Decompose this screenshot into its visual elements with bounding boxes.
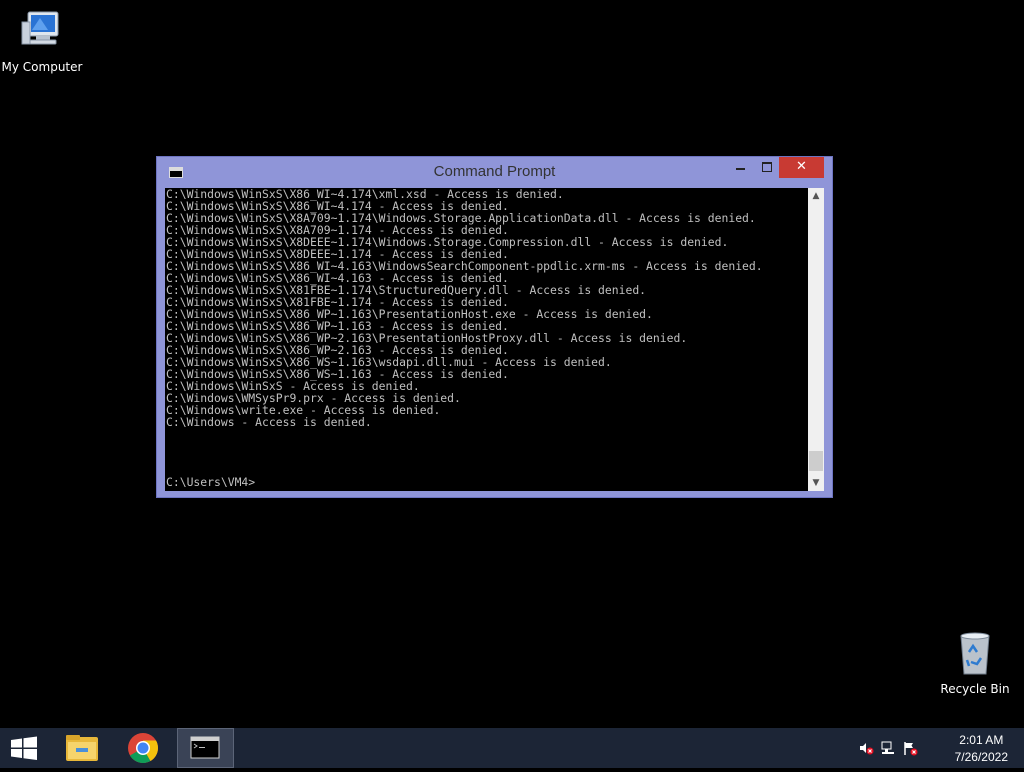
chrome-icon (128, 733, 158, 764)
file-explorer-icon (66, 735, 98, 761)
maximize-icon (762, 161, 772, 172)
computer-icon (18, 8, 66, 56)
my-computer-label: My Computer (1, 60, 83, 74)
clock-date: 7/26/2022 (954, 750, 1008, 764)
command-prompt-icon (190, 736, 220, 759)
close-icon: ✕ (796, 159, 807, 174)
close-button[interactable]: ✕ (779, 157, 824, 178)
taskbar: 2:01 AM 7/26/2022 (0, 728, 1024, 768)
vertical-scrollbar[interactable]: ▲ ▼ (808, 188, 824, 491)
scroll-thumb[interactable] (809, 451, 823, 471)
scroll-up-arrow-icon[interactable]: ▲ (808, 188, 824, 204)
network-icon[interactable] (880, 740, 896, 756)
command-prompt-taskbar-button[interactable] (177, 728, 234, 768)
console-area[interactable]: C:\Windows\WinSxS\X86_WI~4.174\xml.xsd -… (165, 188, 824, 491)
window-titlebar[interactable]: Command Prompt ✕ (157, 157, 832, 187)
volume-muted-icon[interactable] (858, 740, 874, 756)
recycle-bin-desktop-icon[interactable]: Recycle Bin (933, 630, 1017, 696)
clock-time: 2:01 AM (959, 733, 1004, 747)
chrome-button[interactable] (117, 728, 169, 768)
system-tray: 2:01 AM 7/26/2022 (854, 728, 1024, 768)
recycle-bin-label: Recycle Bin (940, 682, 1010, 696)
console-line: C:\Windows - Access is denied. (166, 415, 372, 429)
my-computer-desktop-icon[interactable]: My Computer (0, 8, 84, 74)
minimize-button[interactable] (726, 157, 755, 178)
action-center-flag-icon[interactable] (902, 740, 918, 756)
recycle-bin-icon (951, 630, 999, 678)
start-windows-icon (11, 736, 37, 760)
maximize-button[interactable] (755, 157, 779, 178)
console-output: C:\Windows\WinSxS\X86_WI~4.174\xml.xsd -… (166, 188, 808, 428)
command-prompt-window[interactable]: Command Prompt ✕ C:\Windows\WinSxS\X86_W… (156, 156, 833, 498)
scroll-down-arrow-icon[interactable]: ▼ (808, 475, 824, 491)
file-explorer-button[interactable] (56, 728, 108, 768)
taskbar-clock[interactable]: 2:01 AM 7/26/2022 (955, 732, 1008, 766)
minimize-icon (736, 167, 745, 170)
start-button[interactable] (0, 728, 48, 768)
console-prompt[interactable]: C:\Users\VM4> (166, 476, 808, 488)
